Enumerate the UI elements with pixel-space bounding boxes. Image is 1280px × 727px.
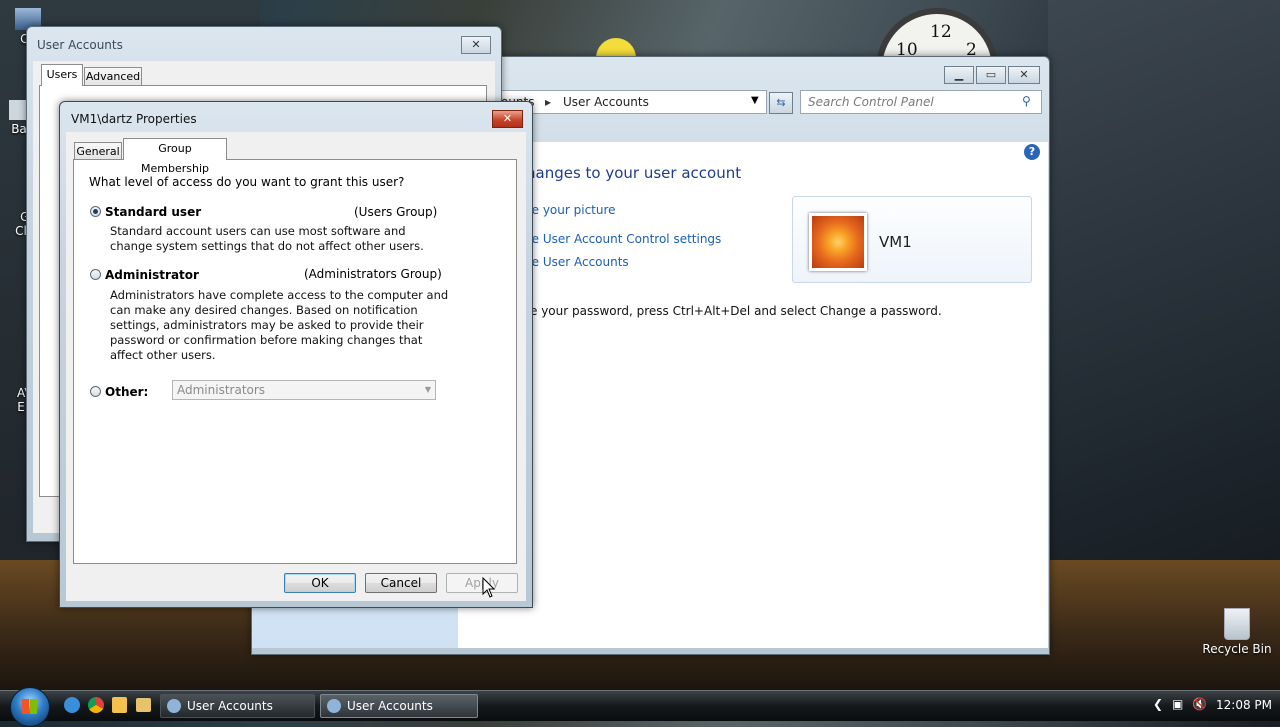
tray-expand-icon[interactable]: ❮ bbox=[1153, 697, 1163, 711]
search-icon[interactable]: ⚲ bbox=[1022, 94, 1031, 108]
tab-label: Users bbox=[46, 68, 78, 81]
chevron-down-icon[interactable]: ▼ bbox=[751, 95, 759, 106]
other-label[interactable]: Other: bbox=[105, 385, 148, 399]
taskbar-item-user-accounts-active[interactable]: User Accounts bbox=[320, 694, 478, 718]
media-player-icon[interactable] bbox=[112, 697, 127, 713]
tab-general[interactable]: General bbox=[74, 142, 122, 160]
taskbar-item-user-accounts[interactable]: User Accounts bbox=[160, 694, 315, 718]
search-box[interactable]: Search Control Panel ⚲ bbox=[800, 90, 1042, 114]
desktop-icon-label: Ba bbox=[11, 122, 27, 136]
desktop-icon-label: Recycle Bin bbox=[1202, 642, 1272, 656]
tab-users[interactable]: Users bbox=[41, 64, 83, 86]
user-tile: VM1 bbox=[792, 196, 1032, 283]
other-radio[interactable] bbox=[90, 386, 101, 397]
tab-label: Advanced bbox=[85, 70, 141, 83]
close-button[interactable]: ✕ bbox=[492, 110, 523, 128]
breadcrumb-current[interactable]: User Accounts bbox=[563, 95, 649, 109]
help-icon[interactable]: ? bbox=[1024, 144, 1040, 160]
standard-user-radio[interactable] bbox=[90, 206, 101, 217]
manage-accounts-link[interactable]: ge User Accounts bbox=[524, 255, 629, 269]
tab-advanced[interactable]: Advanced bbox=[84, 67, 142, 86]
administrator-description: Administrators have complete access to t… bbox=[110, 288, 449, 362]
standard-user-group: (Users Group) bbox=[354, 205, 438, 219]
maximize-button[interactable]: ▭ bbox=[976, 66, 1006, 84]
task-label: User Accounts bbox=[187, 699, 273, 713]
address-bar[interactable]: ounts ▸ User Accounts ▼ bbox=[492, 90, 767, 114]
tab-label: General bbox=[76, 145, 120, 158]
other-group-value: Administrators bbox=[177, 383, 266, 397]
group-membership-panel: What level of access do you want to gran… bbox=[73, 159, 517, 564]
tab-group-membership[interactable]: Group Membership bbox=[123, 138, 227, 175]
avatar[interactable] bbox=[809, 213, 867, 271]
breadcrumb-separator: ▸ bbox=[545, 95, 552, 109]
recycle-bin-icon bbox=[1224, 608, 1250, 640]
window-title: User Accounts bbox=[37, 38, 123, 52]
start-button[interactable] bbox=[10, 687, 50, 727]
cancel-button[interactable]: Cancel bbox=[365, 573, 437, 593]
other-group-select[interactable]: Administrators ▼ bbox=[172, 380, 436, 400]
refresh-icon[interactable]: ⇆ bbox=[769, 92, 793, 114]
control-panel-content: ? hanges to your user account ge your pi… bbox=[252, 142, 1048, 648]
user-name: VM1 bbox=[879, 233, 912, 251]
properties-dialog: VM1\dartz Properties ✕ General Group Mem… bbox=[59, 101, 533, 608]
user-accounts-icon bbox=[327, 699, 341, 713]
folder-icon[interactable] bbox=[136, 698, 151, 712]
access-question: What level of access do you want to gran… bbox=[89, 175, 405, 189]
search-input[interactable]: Search Control Panel bbox=[808, 95, 934, 109]
administrator-radio[interactable] bbox=[90, 269, 101, 280]
password-note: e your password, press Ctrl+Alt+Del and … bbox=[530, 304, 942, 318]
tab-label: Group Membership bbox=[141, 142, 209, 175]
volume-muted-icon[interactable]: 🔇 bbox=[1192, 697, 1207, 711]
windows-logo-icon bbox=[22, 699, 37, 714]
clock-numeral: 12 bbox=[930, 22, 952, 42]
task-label: User Accounts bbox=[347, 699, 433, 713]
taskbar: User Accounts User Accounts ❮ ▣ 🔇 12:08 … bbox=[0, 687, 1280, 727]
standard-user-label[interactable]: Standard user bbox=[105, 205, 201, 219]
page-heading: hanges to your user account bbox=[526, 164, 742, 182]
minimize-button[interactable]: ▁ bbox=[944, 66, 974, 84]
standard-user-description: Standard account users can use most soft… bbox=[110, 224, 424, 253]
mouse-cursor-icon bbox=[482, 577, 496, 598]
close-button[interactable]: ✕ bbox=[1008, 66, 1040, 84]
clock-time[interactable]: 12:08 PM bbox=[1216, 698, 1272, 712]
administrator-group: (Administrators Group) bbox=[304, 267, 442, 281]
dialog-title: VM1\dartz Properties bbox=[71, 112, 197, 126]
dialog-body: General Group Membership What level of a… bbox=[66, 132, 526, 601]
uac-settings-link[interactable]: ge User Account Control settings bbox=[524, 232, 721, 246]
desktop-icon-recycle-bin[interactable]: Recycle Bin bbox=[1200, 608, 1274, 656]
chevron-down-icon: ▼ bbox=[424, 385, 431, 394]
ok-button[interactable]: OK bbox=[284, 573, 356, 593]
chrome-icon[interactable] bbox=[88, 697, 104, 713]
network-icon[interactable]: ▣ bbox=[1172, 697, 1183, 711]
close-button[interactable]: ✕ bbox=[461, 36, 491, 54]
ie-icon[interactable] bbox=[64, 697, 80, 713]
administrator-label[interactable]: Administrator bbox=[105, 268, 199, 282]
help-icon-wrap: ? bbox=[1018, 142, 1048, 172]
user-accounts-icon bbox=[167, 699, 181, 713]
change-picture-link[interactable]: ge your picture bbox=[524, 203, 616, 217]
